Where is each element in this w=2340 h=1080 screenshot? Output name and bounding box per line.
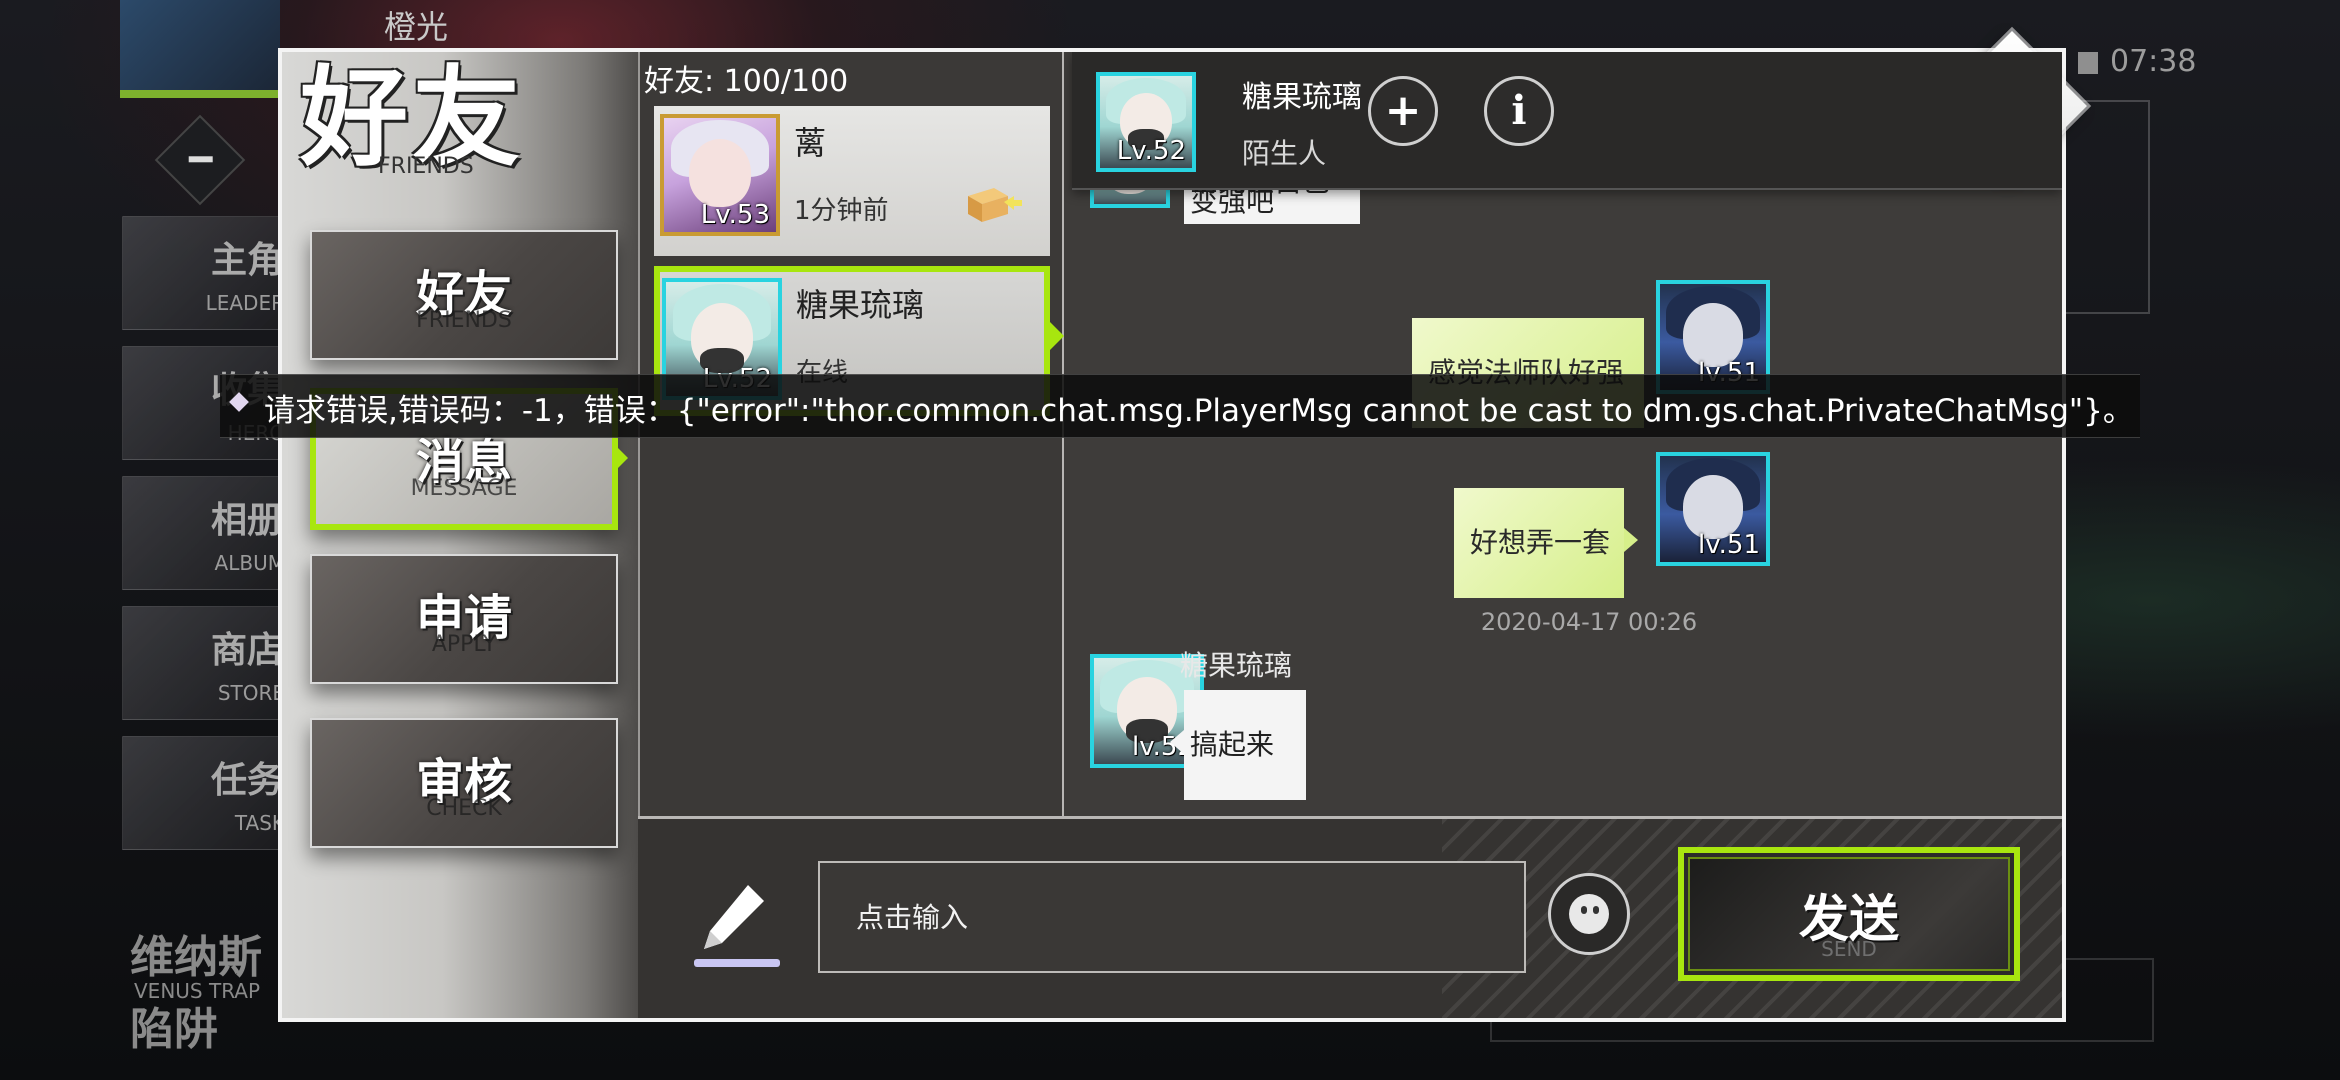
chat-timestamp: 2020-04-17 00:26 — [1480, 608, 1698, 636]
status-clock: 07:38 — [2110, 44, 2197, 79]
chat-partner-name: 糖果琉璃 — [1242, 80, 1362, 115]
background-menu-leader: 主角 LEADER — [122, 216, 294, 330]
nav-check-button[interactable]: 审核 CHECK — [310, 718, 618, 848]
smiley-icon — [1569, 894, 1609, 934]
error-message: 请求错误,错误码：-1，错误：{"error":"thor.common.cha… — [264, 393, 2134, 429]
chat-partner-relation: 陌生人 — [1242, 137, 1327, 170]
friend-name: 糖果琉璃 — [796, 286, 925, 324]
chat-partner-level: Lv.52 — [1116, 136, 1186, 166]
friend-list-item[interactable]: Lv.53 蓠 1分钟前 — [654, 106, 1050, 256]
background-menu-task: 任务 TASK — [122, 736, 294, 850]
selected-arrow — [1050, 322, 1064, 350]
gift-box-icon[interactable] — [964, 182, 1022, 226]
message-level: lv.51 — [1698, 530, 1760, 560]
message-sender: 糖果琉璃 — [1180, 649, 1293, 682]
message-avatar-own: lv.51 — [1656, 452, 1770, 566]
nav-check-label-en: CHECK — [426, 796, 502, 821]
add-friend-button[interactable]: + — [1368, 76, 1438, 146]
toast-diamond-icon — [229, 392, 249, 412]
chat-text-input[interactable] — [818, 861, 1526, 973]
friend-name: 蓠 — [794, 124, 827, 162]
background-menu-album: 相册 ALBUM — [122, 476, 294, 590]
send-button[interactable]: 发送 SEND — [1678, 847, 2020, 981]
friend-count: 好友: 100/100 — [644, 64, 849, 99]
message-bubble-own: 好想弄一套 — [1454, 488, 1638, 598]
background-stage-title: 维纳斯 VENUS TRAP 陷阱 — [130, 932, 262, 1055]
info-button[interactable]: i — [1484, 76, 1554, 146]
background-player-name: 橙光 — [384, 8, 449, 46]
chat-header: Lv.52 糖果琉璃 陌生人 + i — [1072, 52, 2062, 190]
send-button-label-en: SEND — [1821, 937, 1877, 961]
message-bubble-partner: 搞起来 — [1170, 690, 1306, 800]
error-toast: 请求错误,错误码：-1，错误：{"error":"thor.common.cha… — [220, 374, 2140, 438]
nav-friends-label-en: FRIENDS — [416, 308, 512, 333]
friends-nav-panel: 好友 FRIENDS 好友 FRIENDS 消息 MESSAGE 申请 APPL… — [282, 52, 638, 1018]
pencil-icon — [694, 885, 780, 967]
window-title-en: FRIENDS — [378, 154, 474, 179]
nav-active-arrow — [614, 444, 628, 472]
chat-partner-avatar[interactable]: Lv.52 — [1096, 72, 1196, 172]
friend-avatar: Lv.53 — [660, 114, 780, 236]
friends-window: 好友 FRIENDS 好友 FRIENDS 消息 MESSAGE 申请 APPL… — [278, 48, 2066, 1022]
nav-apply-button[interactable]: 申请 APPLY — [310, 554, 618, 684]
nav-apply-label-en: APPLY — [431, 632, 497, 657]
nav-message-label-en: MESSAGE — [410, 476, 518, 501]
chat-input-bar: 发送 SEND — [638, 816, 2062, 1018]
friend-level: Lv.53 — [700, 200, 770, 230]
emoji-button[interactable] — [1548, 873, 1630, 955]
background-player-avatar — [120, 0, 280, 98]
friend-last-online: 1分钟前 — [794, 196, 889, 226]
background-menu-store: 商店 STORE — [122, 606, 294, 720]
nav-friends-button[interactable]: 好友 FRIENDS — [310, 230, 618, 360]
